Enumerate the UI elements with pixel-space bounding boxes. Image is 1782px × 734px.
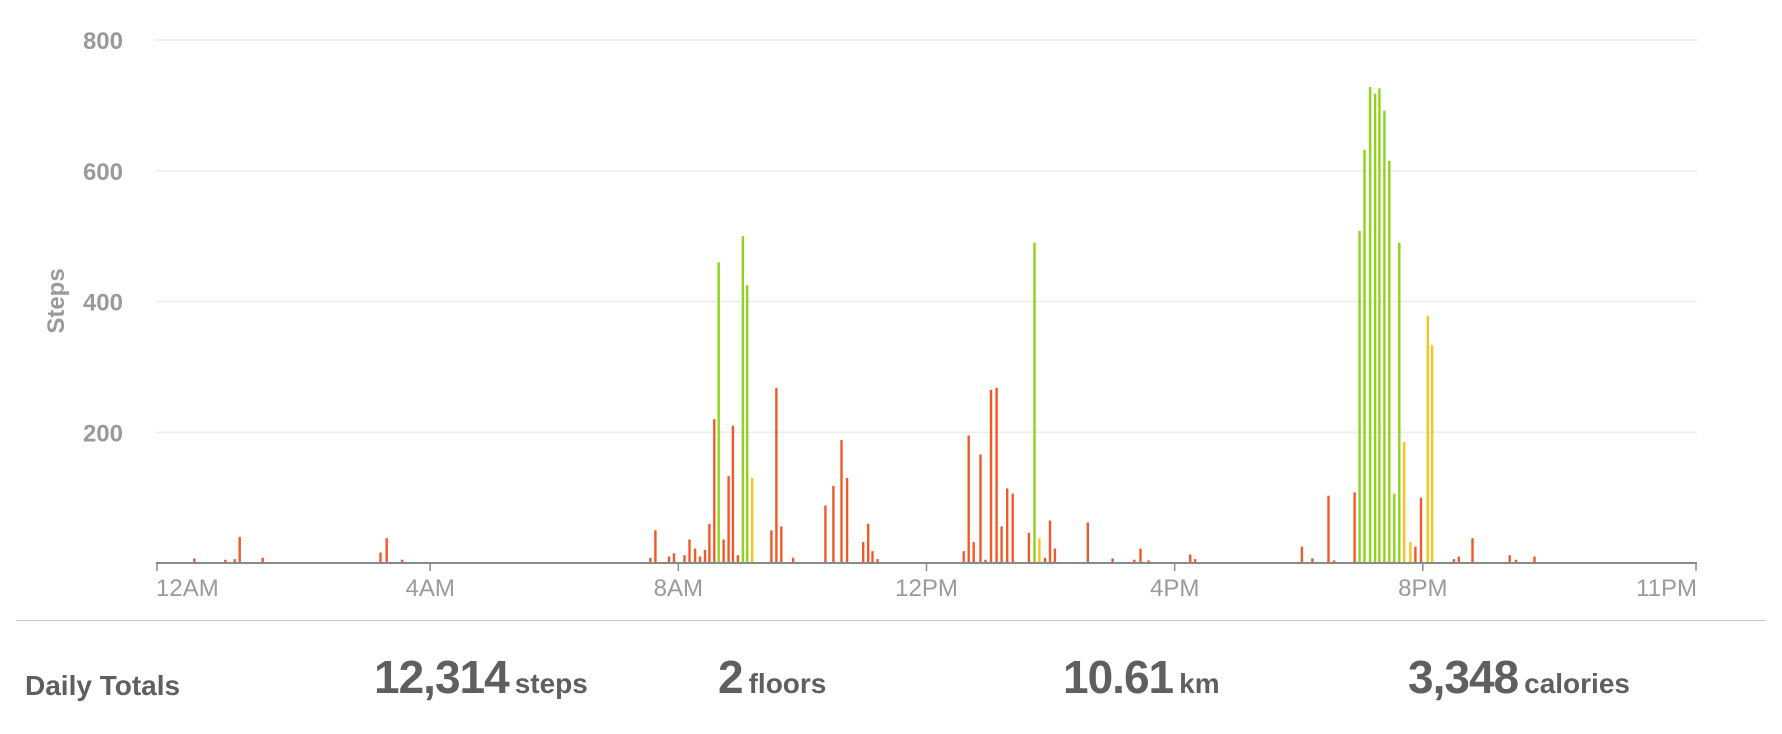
step-bar <box>1383 110 1386 563</box>
step-bar <box>775 387 778 563</box>
distance-total-unit: km <box>1179 668 1220 699</box>
step-bar <box>736 555 740 563</box>
step-bar <box>862 542 865 563</box>
step-bar <box>845 478 849 563</box>
y-tick-label: 200 <box>83 420 123 447</box>
y-tick-label: 800 <box>83 28 123 55</box>
step-bar <box>688 539 691 563</box>
step-bar <box>1139 548 1142 563</box>
steps-chart: 800600400200 Steps 12AM 4AM 8AM 12PM 4PM 8PM 1… <box>43 28 1697 602</box>
step-bar <box>1373 93 1377 563</box>
step-bar <box>1053 548 1057 563</box>
step-bar <box>1368 87 1372 563</box>
x-tick-label: 4AM <box>405 575 454 602</box>
step-bar <box>654 530 657 563</box>
x-tick-label: 8AM <box>654 575 703 602</box>
step-bar <box>1033 242 1036 563</box>
step-bar <box>1378 88 1381 564</box>
step-bar <box>1327 495 1330 563</box>
daily-totals-label: Daily Totals <box>25 670 181 701</box>
floors-total-value: 2 <box>718 651 744 703</box>
distance-total: 10.61 km <box>1063 650 1220 704</box>
step-bar <box>1000 526 1003 563</box>
step-bar <box>703 549 707 563</box>
step-bar <box>989 389 993 563</box>
step-bar <box>1300 546 1304 563</box>
step-bar <box>238 536 241 563</box>
step-bar <box>1393 493 1396 563</box>
step-bar <box>1409 542 1412 563</box>
step-bar <box>840 440 843 563</box>
step-bar <box>385 538 388 563</box>
floors-total-unit: floors <box>748 668 827 699</box>
step-bar <box>962 551 965 563</box>
step-bar <box>824 505 827 563</box>
step-bar <box>727 476 730 563</box>
step-bar <box>832 485 835 563</box>
step-bar <box>751 478 754 563</box>
steps-total-unit: steps <box>514 668 588 699</box>
step-bar <box>731 425 735 563</box>
step-bar <box>967 435 970 563</box>
step-bar <box>1038 538 1041 563</box>
steps-total-value: 12,314 <box>374 651 510 703</box>
step-bar <box>1027 532 1031 563</box>
step-bar <box>770 530 773 563</box>
step-bar <box>972 542 975 563</box>
step-bar <box>722 539 725 563</box>
step-bar <box>717 262 720 563</box>
step-bar <box>1086 522 1089 563</box>
step-bar <box>1189 554 1192 563</box>
calories-total: 3,348 calories <box>1408 650 1630 704</box>
step-bar <box>1353 492 1356 563</box>
divider <box>16 620 1766 621</box>
step-bar <box>1398 242 1401 563</box>
x-tick-label: 12PM <box>895 575 958 602</box>
y-tick-label: 600 <box>83 159 123 186</box>
step-bar <box>713 419 716 563</box>
daily-totals: Daily Totals 12,314 steps 2 floors 10.61 km… <box>0 650 1782 710</box>
step-bar <box>672 553 676 563</box>
step-bar <box>1414 546 1417 563</box>
step-bar <box>871 551 874 563</box>
step-bar <box>995 387 998 563</box>
step-bar <box>1471 538 1474 563</box>
grid-lines <box>156 39 1697 433</box>
floors-total: 2 floors <box>718 650 826 704</box>
step-bar <box>379 552 382 563</box>
bars <box>193 87 1536 564</box>
step-bar <box>693 548 697 563</box>
step-bar <box>746 285 749 563</box>
step-bar <box>708 523 711 563</box>
x-axis-ticks: 12AM 4AM 8AM 12PM 4PM 8PM 11PM <box>156 563 1697 602</box>
step-bar <box>1363 149 1366 564</box>
x-tick-label: 8PM <box>1398 575 1447 602</box>
step-bar <box>1508 555 1511 563</box>
step-bar <box>1011 493 1014 563</box>
step-bar <box>867 523 870 563</box>
x-tick-label: 11PM <box>1636 575 1697 602</box>
step-bar <box>741 236 745 563</box>
calories-total-unit: calories <box>1524 668 1630 699</box>
x-tick-label: 12AM <box>156 575 219 602</box>
calories-total-value: 3,348 <box>1408 651 1519 703</box>
step-bar <box>1048 520 1052 563</box>
x-tick-label: 4PM <box>1150 575 1199 602</box>
distance-total-value: 10.61 <box>1063 651 1174 703</box>
steps-total: 12,314 steps <box>374 650 588 704</box>
step-bar <box>683 555 686 563</box>
y-axis-label: Steps <box>43 268 70 333</box>
y-tick-label: 400 <box>83 290 123 317</box>
step-bar <box>1403 442 1406 563</box>
step-bar <box>979 454 982 563</box>
step-bar <box>1419 497 1423 563</box>
step-bar <box>1388 160 1391 563</box>
step-bar <box>1426 315 1429 563</box>
step-bar <box>1006 488 1009 563</box>
step-bar <box>1358 230 1361 563</box>
step-bar <box>1430 345 1434 563</box>
step-bar <box>780 526 783 563</box>
y-axis-ticks: 800 600 400 200 <box>83 28 123 447</box>
